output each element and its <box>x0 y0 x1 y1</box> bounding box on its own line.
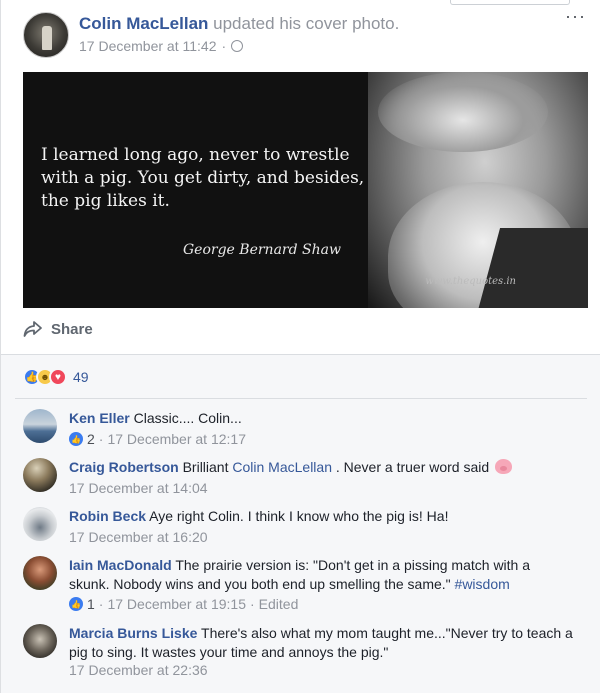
comment-date[interactable]: 17 December at 12:17 <box>107 431 246 447</box>
like-icon: 👍 <box>69 432 83 446</box>
portrait-hair <box>378 72 548 152</box>
comment-like-count[interactable]: 2 <box>87 431 95 447</box>
comment-text: Marcia Burns Liske There's also what my … <box>69 624 574 662</box>
quote-text: I learned long ago, never to wrestle wit… <box>41 145 365 211</box>
post-header: Colin MacLellan updated his cover photo. <box>79 14 399 34</box>
divider <box>15 398 587 399</box>
comment-text: Ken Eller Classic.... Colin... <box>69 409 574 428</box>
comment-text: Craig Robertson Brilliant Colin MacLella… <box>69 458 574 477</box>
reactions-summary[interactable]: 👍 ☻ ♥ 49 <box>23 368 89 386</box>
post-date[interactable]: 17 December at 11:42 <box>79 38 217 54</box>
top-button-edge[interactable] <box>450 0 570 5</box>
quote-author: George Bernard Shaw <box>183 242 341 258</box>
comment-meta: 👍 1 · 17 December at 19:15 · Edited <box>69 596 298 612</box>
share-icon <box>23 321 42 337</box>
author-name[interactable]: Colin MacLellan <box>79 14 208 33</box>
comment-date[interactable]: 17 December at 16:20 <box>69 529 208 545</box>
comment-meta: 👍 2 · 17 December at 12:17 <box>69 431 246 447</box>
commenter-avatar[interactable] <box>23 624 57 658</box>
comment-date[interactable]: 17 December at 19:15 <box>107 596 246 612</box>
comment-text: Robin Beck Aye right Colin. I think I kn… <box>69 507 574 526</box>
love-reaction-icon: ♥ <box>49 368 67 386</box>
like-icon: 👍 <box>69 597 83 611</box>
reaction-count: 49 <box>73 369 89 385</box>
post-card: Colin MacLellan updated his cover photo.… <box>0 0 600 693</box>
comment-meta: 17 December at 16:20 <box>69 529 208 545</box>
comment-date[interactable]: 17 December at 14:04 <box>69 480 208 496</box>
post-action: updated his cover photo. <box>208 14 400 33</box>
post-meta: 17 December at 11:42 · <box>79 38 244 54</box>
photo-watermark: www.thequotes.in <box>425 276 516 287</box>
pig-emoji-icon <box>495 459 513 474</box>
commenter-name[interactable]: Ken Eller <box>69 410 130 426</box>
comment-body: Brilliant <box>178 459 233 475</box>
commenter-name[interactable]: Iain MacDonald <box>69 557 172 573</box>
more-options-icon[interactable]: ··· <box>565 6 586 27</box>
comment-date[interactable]: 17 December at 22:36 <box>69 662 208 678</box>
commenter-name[interactable]: Marcia Burns Liske <box>69 625 197 641</box>
hashtag-link[interactable]: #wisdom <box>455 576 510 592</box>
comment-body: Classic.... Colin... <box>129 410 242 426</box>
commenter-name[interactable]: Craig Robertson <box>69 459 179 475</box>
commenter-avatar[interactable] <box>23 458 57 492</box>
share-label: Share <box>51 320 93 338</box>
commenter-avatar[interactable] <box>23 409 57 443</box>
edited-label[interactable]: Edited <box>259 596 299 612</box>
mention-link[interactable]: Colin MacLellan <box>232 459 332 475</box>
meta-separator: · <box>98 431 104 447</box>
comment-body: . Never a truer word said <box>331 459 494 475</box>
cover-photo[interactable]: I learned long ago, never to wrestle wit… <box>23 72 588 308</box>
commenter-name[interactable]: Robin Beck <box>69 508 146 524</box>
comment-like-count[interactable]: 1 <box>87 596 95 612</box>
comment-body: Aye right Colin. I think I know who the … <box>146 508 449 524</box>
comment-text: Iain MacDonald The prairie version is: "… <box>69 556 574 594</box>
commenter-avatar[interactable] <box>23 507 57 541</box>
meta-separator: · <box>250 596 255 612</box>
globe-icon[interactable] <box>231 40 244 52</box>
author-avatar[interactable] <box>23 12 69 58</box>
comment-meta: 17 December at 14:04 <box>69 480 208 496</box>
meta-separator: · <box>98 596 104 612</box>
meta-separator: · <box>221 38 227 54</box>
share-button[interactable]: Share <box>23 320 93 338</box>
comment-meta: 17 December at 22:36 <box>69 662 208 678</box>
commenter-avatar[interactable] <box>23 556 57 590</box>
